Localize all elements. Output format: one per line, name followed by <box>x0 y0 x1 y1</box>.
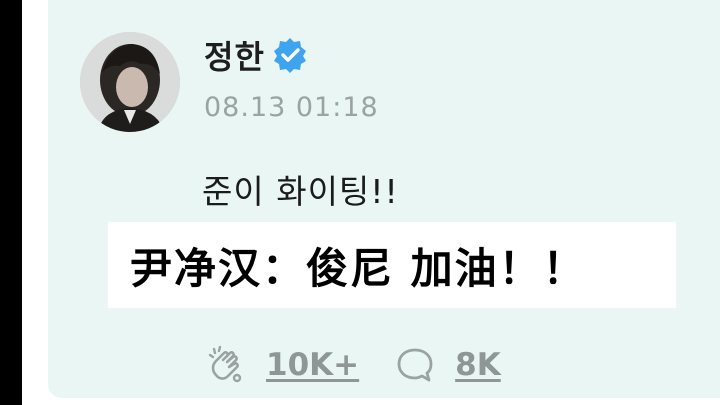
like-count[interactable]: 10K+ <box>266 347 359 383</box>
comment-count[interactable]: 8K <box>455 347 501 383</box>
speech-bubble-icon <box>395 345 435 385</box>
cheer-clap-icon <box>206 345 246 385</box>
like-button[interactable]: 10K+ <box>206 345 359 385</box>
author-row: 정한 <box>204 30 309 80</box>
avatar-photo <box>80 32 180 132</box>
comment-button[interactable]: 8K <box>395 345 501 385</box>
verified-badge-icon <box>271 36 309 74</box>
subtitle-caption-text: 尹净汉：俊尼 加油！！ <box>130 243 587 293</box>
subtitle-caption-box: 尹净汉：俊尼 加油！！ <box>108 222 676 308</box>
screen: 정한 08.13 01:18 준이 화이팅!! 尹净汉：俊尼 加油！！ 10K+ <box>0 0 720 405</box>
post-actions: 10K+ 8K <box>206 340 537 390</box>
left-edge-bar <box>0 0 22 405</box>
author-name[interactable]: 정한 <box>204 32 265 78</box>
post-timestamp: 08.13 01:18 <box>204 92 379 123</box>
avatar[interactable] <box>80 32 180 132</box>
post-body-text: 준이 화이팅!! <box>202 172 399 211</box>
